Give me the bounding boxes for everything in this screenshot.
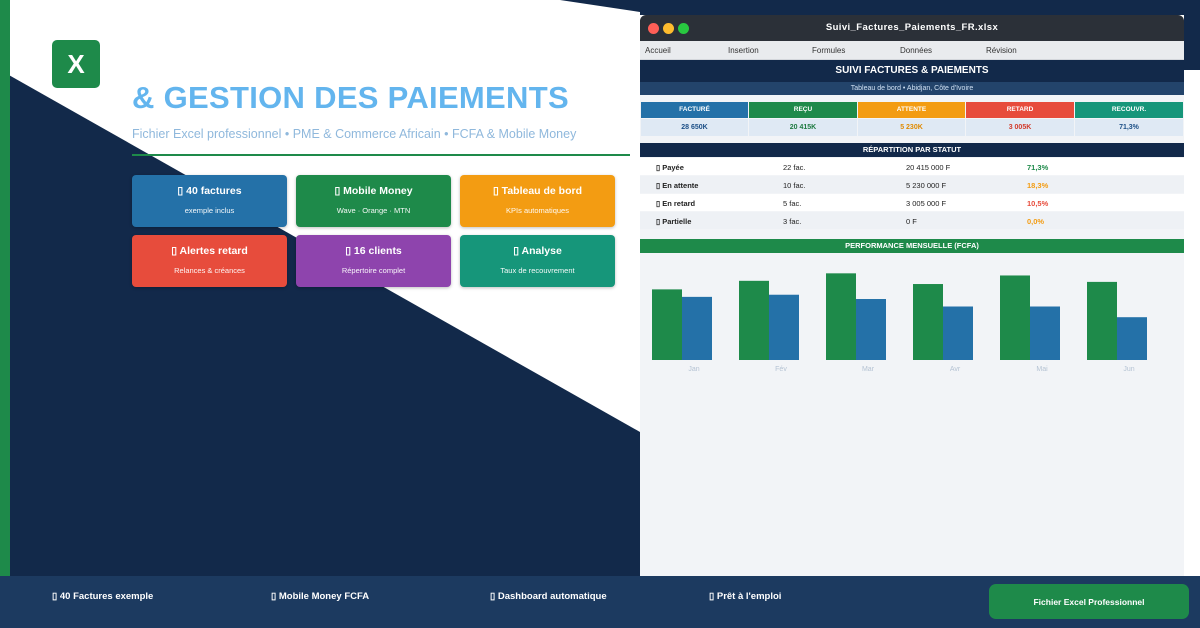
x-tick-label: Fév (775, 366, 787, 373)
card-factures: ▯ 40 factures exemple inclus (132, 175, 287, 227)
bar-jan-series-2 (682, 296, 712, 360)
kpi-header-facture: FACTURÉ (641, 102, 748, 118)
footer-feature-factures: ▯ 40 Factures exemple (52, 591, 154, 602)
card-clients: ▯ 16 clients Répertoire complet (296, 235, 451, 287)
card-tableau-de-bord: ▯ Tableau de bord KPIs automatiques (460, 175, 615, 227)
kpi-header-attente: ATTENTE (858, 102, 965, 118)
kpi-value-retard[interactable]: 3 005K (966, 119, 1074, 136)
hero-divider (132, 154, 630, 156)
footer-feature-mobile-money: ▯ Mobile Money FCFA (271, 591, 370, 602)
card-subtitle: Taux de recouvrement (500, 266, 575, 275)
card-mobile-money: ▯ Mobile Money Wave · Orange · MTN (296, 175, 451, 227)
status-count: 3 fac. (783, 217, 802, 226)
kpi-header-retard: RETARD (966, 102, 1074, 118)
kpi-value-facture[interactable]: 28 650K (641, 119, 748, 136)
card-subtitle: KPIs automatiques (506, 206, 569, 215)
bar-fév-series-1 (739, 280, 769, 360)
x-tick-label: Avr (950, 366, 961, 373)
status-percent: 18,3% (1027, 181, 1049, 190)
ribbon-menu: Accueil Insertion Formules Données Révis… (640, 41, 1184, 60)
menu-accueil[interactable]: Accueil (645, 46, 671, 55)
excel-logo-icon: X (52, 40, 100, 88)
status-percent: 10,5% (1027, 199, 1049, 208)
bar-mar-series-1 (826, 273, 856, 360)
bar-jun-series-1 (1087, 281, 1117, 360)
card-subtitle: Wave · Orange · MTN (336, 206, 411, 215)
bar-avr-series-1 (913, 284, 943, 360)
footer-feature-pret: ▯ Prêt à l'emploi (709, 591, 782, 602)
sheet-title: SUIVI FACTURES & PAIEMENTS (640, 60, 1184, 82)
card-title: ▯ Analyse (513, 245, 562, 257)
kpi-value-recu[interactable]: 20 415K (749, 119, 857, 136)
window-titlebar: Suivi_Factures_Paiements_FR.xlsx (640, 15, 1184, 41)
x-tick-label: Mai (1036, 366, 1048, 373)
status-count: 10 fac. (783, 181, 806, 190)
card-title: ▯ Alertes retard (171, 245, 248, 257)
hero-subtitle: Fichier Excel professionnel • PME & Comm… (132, 127, 577, 141)
card-title: ▯ 40 factures (177, 185, 242, 197)
x-tick-label: Jan (688, 366, 699, 373)
menu-revision[interactable]: Révision (986, 46, 1017, 55)
menu-insertion[interactable]: Insertion (728, 46, 759, 55)
status-section-header: RÉPARTITION PAR STATUT (640, 143, 1184, 157)
menu-formules[interactable]: Formules (812, 46, 845, 55)
kpi-header-recouvrement: RECOUVR. (1075, 102, 1183, 118)
status-amount: 0 F (906, 217, 917, 226)
status-amount: 20 415 000 F (906, 163, 951, 172)
bar-mai-series-1 (1000, 275, 1030, 360)
status-percent: 71,3% (1027, 163, 1049, 172)
card-title: ▯ Tableau de bord (492, 185, 582, 197)
bar-mar-series-2 (856, 299, 886, 360)
x-tick-label: Mar (862, 366, 875, 373)
feature-cards: ▯ 40 factures exemple inclus ▯ Mobile Mo… (132, 175, 616, 287)
status-label: ▯ Payée (656, 163, 684, 172)
status-label: ▯ En attente (656, 181, 699, 190)
logo-letter: X (67, 48, 85, 79)
table-row[interactable]: ▯ En attente 10 fac. 5 230 000 F 18,3% (640, 176, 1184, 193)
status-amount: 3 005 000 F (906, 199, 947, 208)
bar-jun-series-2 (1117, 317, 1147, 360)
table-row[interactable]: ▯ Partielle 3 fac. 0 F 0,0% (640, 212, 1184, 229)
card-title: ▯ Mobile Money (334, 185, 413, 197)
kpi-value-attente[interactable]: 5 230K (858, 119, 965, 136)
sheet-subtitle: Tableau de bord • Abidjan, Côte d'Ivoire (640, 82, 1184, 95)
spreadsheet-window: Suivi_Factures_Paiements_FR.xlsx Accueil… (640, 15, 1184, 576)
x-tick-label: Jun (1123, 366, 1134, 373)
bar-mai-series-2 (1030, 306, 1060, 360)
cta-button[interactable]: Fichier Excel Professionnel (989, 584, 1189, 619)
left-accent-bar (0, 0, 10, 576)
hero-title: & GESTION DES PAIEMENTS (132, 80, 569, 115)
menu-donnees[interactable]: Données (900, 46, 932, 55)
bar-avr-series-2 (943, 306, 973, 360)
table-row[interactable]: ▯ En retard 5 fac. 3 005 000 F 10,5% (640, 194, 1184, 211)
status-count: 22 fac. (783, 163, 806, 172)
kpi-header-recu: REÇU (749, 102, 857, 118)
status-label: ▯ Partielle (656, 217, 692, 226)
card-analyse: ▯ Analyse Taux de recouvrement (460, 235, 615, 287)
status-percent: 0,0% (1027, 217, 1045, 226)
card-title: ▯ 16 clients (345, 245, 402, 257)
table-row[interactable]: ▯ Payée 22 fac. 20 415 000 F 71,3% (640, 158, 1184, 175)
monthly-performance-chart: Jan Fév Mar Avr Mai Jun (652, 273, 1147, 373)
card-alertes-retard: ▯ Alertes retard Relances & créances (132, 235, 287, 287)
bar-fév-series-2 (769, 294, 799, 360)
card-subtitle: exemple inclus (184, 206, 235, 215)
card-subtitle: Relances & créances (174, 266, 245, 275)
bottom-feature-bar: ▯ 40 Factures exemple ▯ Mobile Money FCF… (0, 576, 1200, 628)
kpi-value-recouvrement[interactable]: 71,3% (1075, 119, 1183, 136)
footer-feature-dashboard: ▯ Dashboard automatique (490, 591, 607, 602)
bar-jan-series-1 (652, 289, 682, 360)
status-count: 5 fac. (783, 199, 802, 208)
window-title: Suivi_Factures_Paiements_FR.xlsx (825, 22, 999, 33)
status-label: ▯ En retard (656, 199, 696, 208)
card-subtitle: Répertoire complet (341, 266, 406, 275)
performance-section-header: PERFORMANCE MENSUELLE (FCFA) (640, 239, 1184, 253)
status-amount: 5 230 000 F (906, 181, 947, 190)
